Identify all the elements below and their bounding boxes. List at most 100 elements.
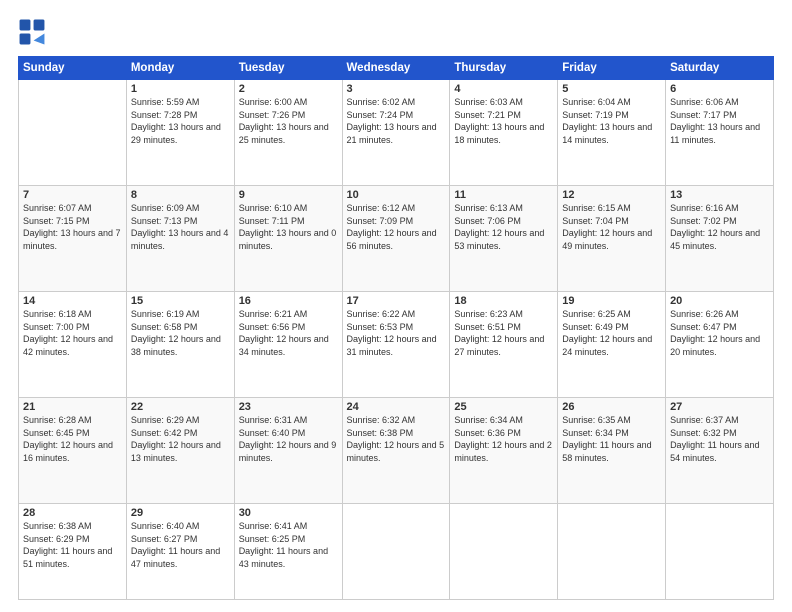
day-info: Sunrise: 6:09 AMSunset: 7:13 PMDaylight:… — [131, 203, 229, 251]
calendar-cell: 25 Sunrise: 6:34 AMSunset: 6:36 PMDayligh… — [450, 398, 558, 504]
day-info: Sunrise: 6:23 AMSunset: 6:51 PMDaylight:… — [454, 309, 544, 357]
day-info: Sunrise: 6:06 AMSunset: 7:17 PMDaylight:… — [670, 97, 760, 145]
day-info: Sunrise: 6:07 AMSunset: 7:15 PMDaylight:… — [23, 203, 121, 251]
calendar-cell: 6 Sunrise: 6:06 AMSunset: 7:17 PMDaylight… — [666, 80, 774, 186]
day-number: 23 — [239, 401, 338, 413]
day-number: 25 — [454, 401, 553, 413]
day-number: 4 — [454, 83, 553, 95]
day-number: 26 — [562, 401, 661, 413]
calendar-cell: 10 Sunrise: 6:12 AMSunset: 7:09 PMDayligh… — [342, 186, 450, 292]
weekday-header-saturday: Saturday — [666, 57, 774, 80]
calendar-cell: 13 Sunrise: 6:16 AMSunset: 7:02 PMDayligh… — [666, 186, 774, 292]
day-info: Sunrise: 6:21 AMSunset: 6:56 PMDaylight:… — [239, 309, 329, 357]
weekday-header-monday: Monday — [126, 57, 234, 80]
calendar-cell: 14 Sunrise: 6:18 AMSunset: 7:00 PMDayligh… — [19, 292, 127, 398]
day-info: Sunrise: 6:04 AMSunset: 7:19 PMDaylight:… — [562, 97, 652, 145]
calendar-cell: 7 Sunrise: 6:07 AMSunset: 7:15 PMDaylight… — [19, 186, 127, 292]
calendar-cell: 29 Sunrise: 6:40 AMSunset: 6:27 PMDayligh… — [126, 504, 234, 600]
header — [18, 18, 774, 46]
calendar-cell: 3Sunrise: 6:02 AMSunset: 7:24 PMDaylight… — [342, 80, 450, 186]
day-info: Sunrise: 6:00 AMSunset: 7:26 PMDaylight:… — [239, 97, 329, 145]
calendar-cell: 21 Sunrise: 6:28 AMSunset: 6:45 PMDayligh… — [19, 398, 127, 504]
calendar-cell: 5 Sunrise: 6:04 AMSunset: 7:19 PMDaylight… — [558, 80, 666, 186]
day-number: 8 — [131, 189, 230, 201]
calendar-cell: 24 Sunrise: 6:32 AMSunset: 6:38 PMDayligh… — [342, 398, 450, 504]
calendar-cell: 22 Sunrise: 6:29 AMSunset: 6:42 PMDayligh… — [126, 398, 234, 504]
calendar-cell: 9 Sunrise: 6:10 AMSunset: 7:11 PMDaylight… — [234, 186, 342, 292]
day-info: Sunrise: 6:12 AMSunset: 7:09 PMDaylight:… — [347, 203, 437, 251]
day-number: 7 — [23, 189, 122, 201]
page: SundayMondayTuesdayWednesdayThursdayFrid… — [0, 0, 792, 612]
day-info: Sunrise: 6:41 AMSunset: 6:25 PMDaylight:… — [239, 521, 328, 569]
day-number: 12 — [562, 189, 661, 201]
calendar-cell — [558, 504, 666, 600]
day-number: 14 — [23, 295, 122, 307]
day-info: Sunrise: 6:32 AMSunset: 6:38 PMDaylight:… — [347, 415, 445, 463]
calendar-cell: 17 Sunrise: 6:22 AMSunset: 6:53 PMDayligh… — [342, 292, 450, 398]
day-number: 30 — [239, 507, 338, 519]
calendar-cell — [19, 80, 127, 186]
day-info: Sunrise: 6:35 AMSunset: 6:34 PMDaylight:… — [562, 415, 651, 463]
calendar-cell: 23 Sunrise: 6:31 AMSunset: 6:40 PMDayligh… — [234, 398, 342, 504]
day-number: 9 — [239, 189, 338, 201]
day-info: Sunrise: 6:26 AMSunset: 6:47 PMDaylight:… — [670, 309, 760, 357]
day-number: 13 — [670, 189, 769, 201]
day-number: 16 — [239, 295, 338, 307]
day-info: Sunrise: 5:59 AMSunset: 7:28 PMDaylight:… — [131, 97, 221, 145]
day-number: 1 — [131, 83, 230, 95]
calendar-cell: 18Sunrise: 6:23 AMSunset: 6:51 PMDayligh… — [450, 292, 558, 398]
calendar-cell: 2 Sunrise: 6:00 AMSunset: 7:26 PMDaylight… — [234, 80, 342, 186]
day-number: 2 — [239, 83, 338, 95]
calendar-cell: 19 Sunrise: 6:25 AMSunset: 6:49 PMDayligh… — [558, 292, 666, 398]
calendar-cell: 28Sunrise: 6:38 AMSunset: 6:29 PMDayligh… — [19, 504, 127, 600]
weekday-header-friday: Friday — [558, 57, 666, 80]
weekday-header-wednesday: Wednesday — [342, 57, 450, 80]
day-number: 21 — [23, 401, 122, 413]
day-info: Sunrise: 6:13 AMSunset: 7:06 PMDaylight:… — [454, 203, 544, 251]
calendar-cell: 20 Sunrise: 6:26 AMSunset: 6:47 PMDayligh… — [666, 292, 774, 398]
logo-icon — [18, 18, 46, 46]
weekday-header-tuesday: Tuesday — [234, 57, 342, 80]
weekday-header-sunday: Sunday — [19, 57, 127, 80]
day-number: 5 — [562, 83, 661, 95]
weekday-header-thursday: Thursday — [450, 57, 558, 80]
calendar-cell — [666, 504, 774, 600]
calendar-cell: 16 Sunrise: 6:21 AMSunset: 6:56 PMDayligh… — [234, 292, 342, 398]
day-number: 15 — [131, 295, 230, 307]
day-number: 17 — [347, 295, 446, 307]
calendar-cell: 1 Sunrise: 5:59 AMSunset: 7:28 PMDaylight… — [126, 80, 234, 186]
day-info: Sunrise: 6:34 AMSunset: 6:36 PMDaylight:… — [454, 415, 552, 463]
day-info: Sunrise: 6:31 AMSunset: 6:40 PMDaylight:… — [239, 415, 337, 463]
day-number: 19 — [562, 295, 661, 307]
day-number: 20 — [670, 295, 769, 307]
calendar-cell: 8 Sunrise: 6:09 AMSunset: 7:13 PMDaylight… — [126, 186, 234, 292]
calendar-cell: 30 Sunrise: 6:41 AMSunset: 6:25 PMDayligh… — [234, 504, 342, 600]
day-info: Sunrise: 6:28 AMSunset: 6:45 PMDaylight:… — [23, 415, 113, 463]
day-info: Sunrise: 6:18 AMSunset: 7:00 PMDaylight:… — [23, 309, 113, 357]
calendar-cell — [342, 504, 450, 600]
logo — [18, 18, 50, 46]
day-info: Sunrise: 6:15 AMSunset: 7:04 PMDaylight:… — [562, 203, 652, 251]
calendar-cell: 4Sunrise: 6:03 AMSunset: 7:21 PMDaylight… — [450, 80, 558, 186]
day-info: Sunrise: 6:25 AMSunset: 6:49 PMDaylight:… — [562, 309, 652, 357]
day-info: Sunrise: 6:10 AMSunset: 7:11 PMDaylight:… — [239, 203, 337, 251]
calendar-cell: 11 Sunrise: 6:13 AMSunset: 7:06 PMDayligh… — [450, 186, 558, 292]
day-number: 28 — [23, 507, 122, 519]
calendar-cell: 27 Sunrise: 6:37 AMSunset: 6:32 PMDayligh… — [666, 398, 774, 504]
day-info: Sunrise: 6:16 AMSunset: 7:02 PMDaylight:… — [670, 203, 760, 251]
day-number: 11 — [454, 189, 553, 201]
day-number: 29 — [131, 507, 230, 519]
day-info: Sunrise: 6:22 AMSunset: 6:53 PMDaylight:… — [347, 309, 437, 357]
day-number: 24 — [347, 401, 446, 413]
day-info: Sunrise: 6:29 AMSunset: 6:42 PMDaylight:… — [131, 415, 221, 463]
calendar-cell: 26 Sunrise: 6:35 AMSunset: 6:34 PMDayligh… — [558, 398, 666, 504]
day-number: 22 — [131, 401, 230, 413]
day-info: Sunrise: 6:37 AMSunset: 6:32 PMDaylight:… — [670, 415, 759, 463]
day-number: 27 — [670, 401, 769, 413]
calendar-cell: 12 Sunrise: 6:15 AMSunset: 7:04 PMDayligh… — [558, 186, 666, 292]
day-number: 6 — [670, 83, 769, 95]
day-info: Sunrise: 6:40 AMSunset: 6:27 PMDaylight:… — [131, 521, 220, 569]
day-info: Sunrise: 6:19 AMSunset: 6:58 PMDaylight:… — [131, 309, 221, 357]
calendar-table: SundayMondayTuesdayWednesdayThursdayFrid… — [18, 56, 774, 600]
day-number: 10 — [347, 189, 446, 201]
